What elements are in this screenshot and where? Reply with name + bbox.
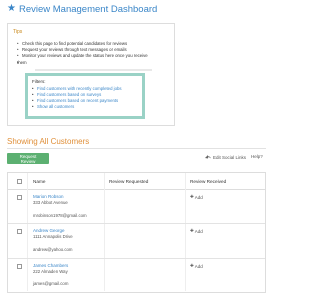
- row-checkbox[interactable]: [17, 264, 22, 269]
- table-row: James Chambers 222 Almaden Way james@gma…: [8, 259, 265, 291]
- star-icon: ★: [7, 3, 16, 14]
- filter-list: Find customers with recently completed j…: [32, 86, 122, 110]
- row-checkbox[interactable]: [17, 195, 22, 200]
- filters-panel: Filters: Find customers with recently co…: [25, 73, 145, 119]
- tips-list: Check this page to find potential candid…: [17, 41, 148, 66]
- filter-link[interactable]: Find customers with recently completed j…: [37, 86, 122, 91]
- help-link[interactable]: Help?: [251, 154, 263, 159]
- add-review-button[interactable]: ✚ Add: [190, 263, 203, 269]
- customer-address: 333 Abbot Avenue: [33, 200, 68, 205]
- filter-link[interactable]: Show all customers: [37, 104, 74, 109]
- add-label[interactable]: Add: [195, 229, 203, 234]
- tips-title: Tips: [13, 29, 23, 35]
- customer-email: mrobinson1978@gmail.com: [33, 213, 87, 218]
- edit-social-links-link[interactable]: Edit Social Links: [205, 154, 246, 160]
- plus-icon: ✚: [190, 194, 194, 199]
- add-review-button[interactable]: ✚ Add: [190, 228, 203, 234]
- column-header-review-requested: Review Requested: [109, 179, 149, 184]
- section-title: Showing All Customers: [7, 137, 90, 146]
- request-review-button[interactable]: Request Review: [7, 153, 49, 164]
- customer-email: andrew@yahoo.com: [33, 247, 73, 252]
- customer-name[interactable]: James Chambers: [33, 263, 68, 268]
- plus-icon: ✚: [190, 263, 194, 268]
- share-icon: [205, 154, 211, 160]
- table-row: Andrew George 1111 Annapolis Drive andre…: [8, 224, 265, 259]
- table-row: Marion Robson 333 Abbot Avenue mrobinson…: [8, 190, 265, 224]
- filter-link[interactable]: Find customers based on recent payments: [37, 98, 118, 103]
- row-checkbox[interactable]: [17, 229, 22, 234]
- page-title: Review Management Dashboard: [18, 3, 158, 15]
- customer-name[interactable]: Andrew George: [33, 228, 65, 233]
- add-review-button[interactable]: ✚ Add: [190, 194, 203, 200]
- filters-label: Filters:: [32, 79, 46, 84]
- customer-name[interactable]: Marion Robson: [33, 194, 64, 199]
- column-header-review-received: Review Received: [190, 179, 227, 184]
- add-label[interactable]: Add: [195, 264, 203, 269]
- customers-table: Name Review Requested Review Received Ma…: [7, 172, 266, 293]
- filter-show-all[interactable]: Show all customers: [32, 104, 122, 110]
- add-label[interactable]: Add: [195, 195, 203, 200]
- plus-icon: ✚: [190, 228, 194, 233]
- customer-address: 1111 Annapolis Drive: [33, 234, 73, 239]
- page-header: ★ Review Management Dashboard: [7, 2, 157, 16]
- select-all-checkbox[interactable]: [17, 179, 22, 184]
- table-header-row: Name Review Requested Review Received: [8, 173, 265, 190]
- column-header-name: Name: [33, 179, 46, 184]
- customer-email: james@gmail.com: [33, 281, 69, 286]
- filter-link[interactable]: Find customers based on surveys: [37, 92, 101, 97]
- tip-item-continuation: them: [17, 60, 148, 66]
- faded-divider: [35, 69, 152, 71]
- section-divider: [7, 148, 266, 149]
- edit-social-links-label[interactable]: Edit Social Links: [213, 155, 246, 160]
- customer-address: 222 Almaden Way: [33, 269, 68, 274]
